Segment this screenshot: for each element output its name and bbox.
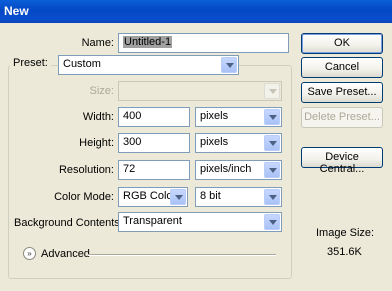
resolution-value: 72: [123, 163, 136, 175]
height-unit: pixels: [200, 136, 229, 148]
delete-preset-button: Delete Preset...: [301, 107, 383, 128]
name-input[interactable]: Untitled-1: [118, 33, 289, 53]
chevron-down-icon[interactable]: [264, 162, 280, 178]
resolution-unit: pixels/inch: [200, 163, 252, 175]
name-label: Name:: [81, 37, 114, 49]
chevron-down-icon[interactable]: [264, 214, 280, 230]
preset-select[interactable]: Custom: [58, 55, 239, 75]
chevron-down-icon[interactable]: [221, 57, 237, 73]
chevron-down-icon[interactable]: [264, 189, 280, 205]
advanced-label[interactable]: Advanced: [41, 248, 90, 260]
color-mode-value: RGB Color: [123, 190, 177, 202]
resolution-input[interactable]: 72: [118, 160, 190, 180]
chevron-down-icon[interactable]: [264, 135, 280, 151]
width-label: Width:: [82, 111, 114, 123]
width-unit: pixels: [200, 110, 229, 122]
bit-depth-value: 8 bit: [200, 190, 221, 202]
width-unit-select[interactable]: pixels: [195, 107, 282, 127]
preset-label: Preset:: [13, 57, 48, 69]
height-unit-select[interactable]: pixels: [195, 133, 282, 153]
bit-depth-select[interactable]: 8 bit: [195, 187, 282, 207]
resolution-label: Resolution:: [58, 164, 114, 176]
resolution-unit-select[interactable]: pixels/inch: [195, 160, 282, 180]
background-contents-select[interactable]: Transparent: [118, 212, 282, 232]
background-contents-label: Background Contents:: [14, 217, 123, 229]
width-value: 400: [123, 110, 142, 122]
name-value: Untitled-1: [123, 36, 173, 48]
title-bar: New: [0, 0, 392, 23]
preset-value: Custom: [63, 58, 101, 70]
window-title: New: [4, 4, 29, 18]
cancel-button[interactable]: Cancel: [301, 57, 383, 78]
size-label: Size:: [89, 85, 114, 97]
device-central-button[interactable]: Device Central...: [301, 147, 383, 175]
height-input[interactable]: 300: [118, 133, 190, 153]
ok-button[interactable]: OK: [301, 33, 383, 54]
height-value: 300: [123, 136, 142, 148]
height-label: Height:: [79, 137, 114, 149]
preset-legend: Preset:: [10, 57, 51, 69]
chevron-down-icon[interactable]: [170, 189, 186, 205]
color-mode-select[interactable]: RGB Color: [118, 187, 188, 207]
chevron-down-icon: [264, 83, 280, 99]
size-select: [118, 81, 282, 101]
expand-advanced-icon[interactable]: »: [23, 247, 36, 260]
color-mode-label: Color Mode:: [54, 191, 114, 203]
advanced-divider: [88, 254, 276, 256]
width-input[interactable]: 400: [118, 107, 190, 127]
chevron-down-icon[interactable]: [264, 109, 280, 125]
image-size-label: Image Size:: [316, 227, 375, 239]
background-contents-value: Transparent: [123, 215, 182, 227]
save-preset-button[interactable]: Save Preset...: [301, 82, 383, 103]
image-size-value: 351.6K: [327, 246, 362, 258]
